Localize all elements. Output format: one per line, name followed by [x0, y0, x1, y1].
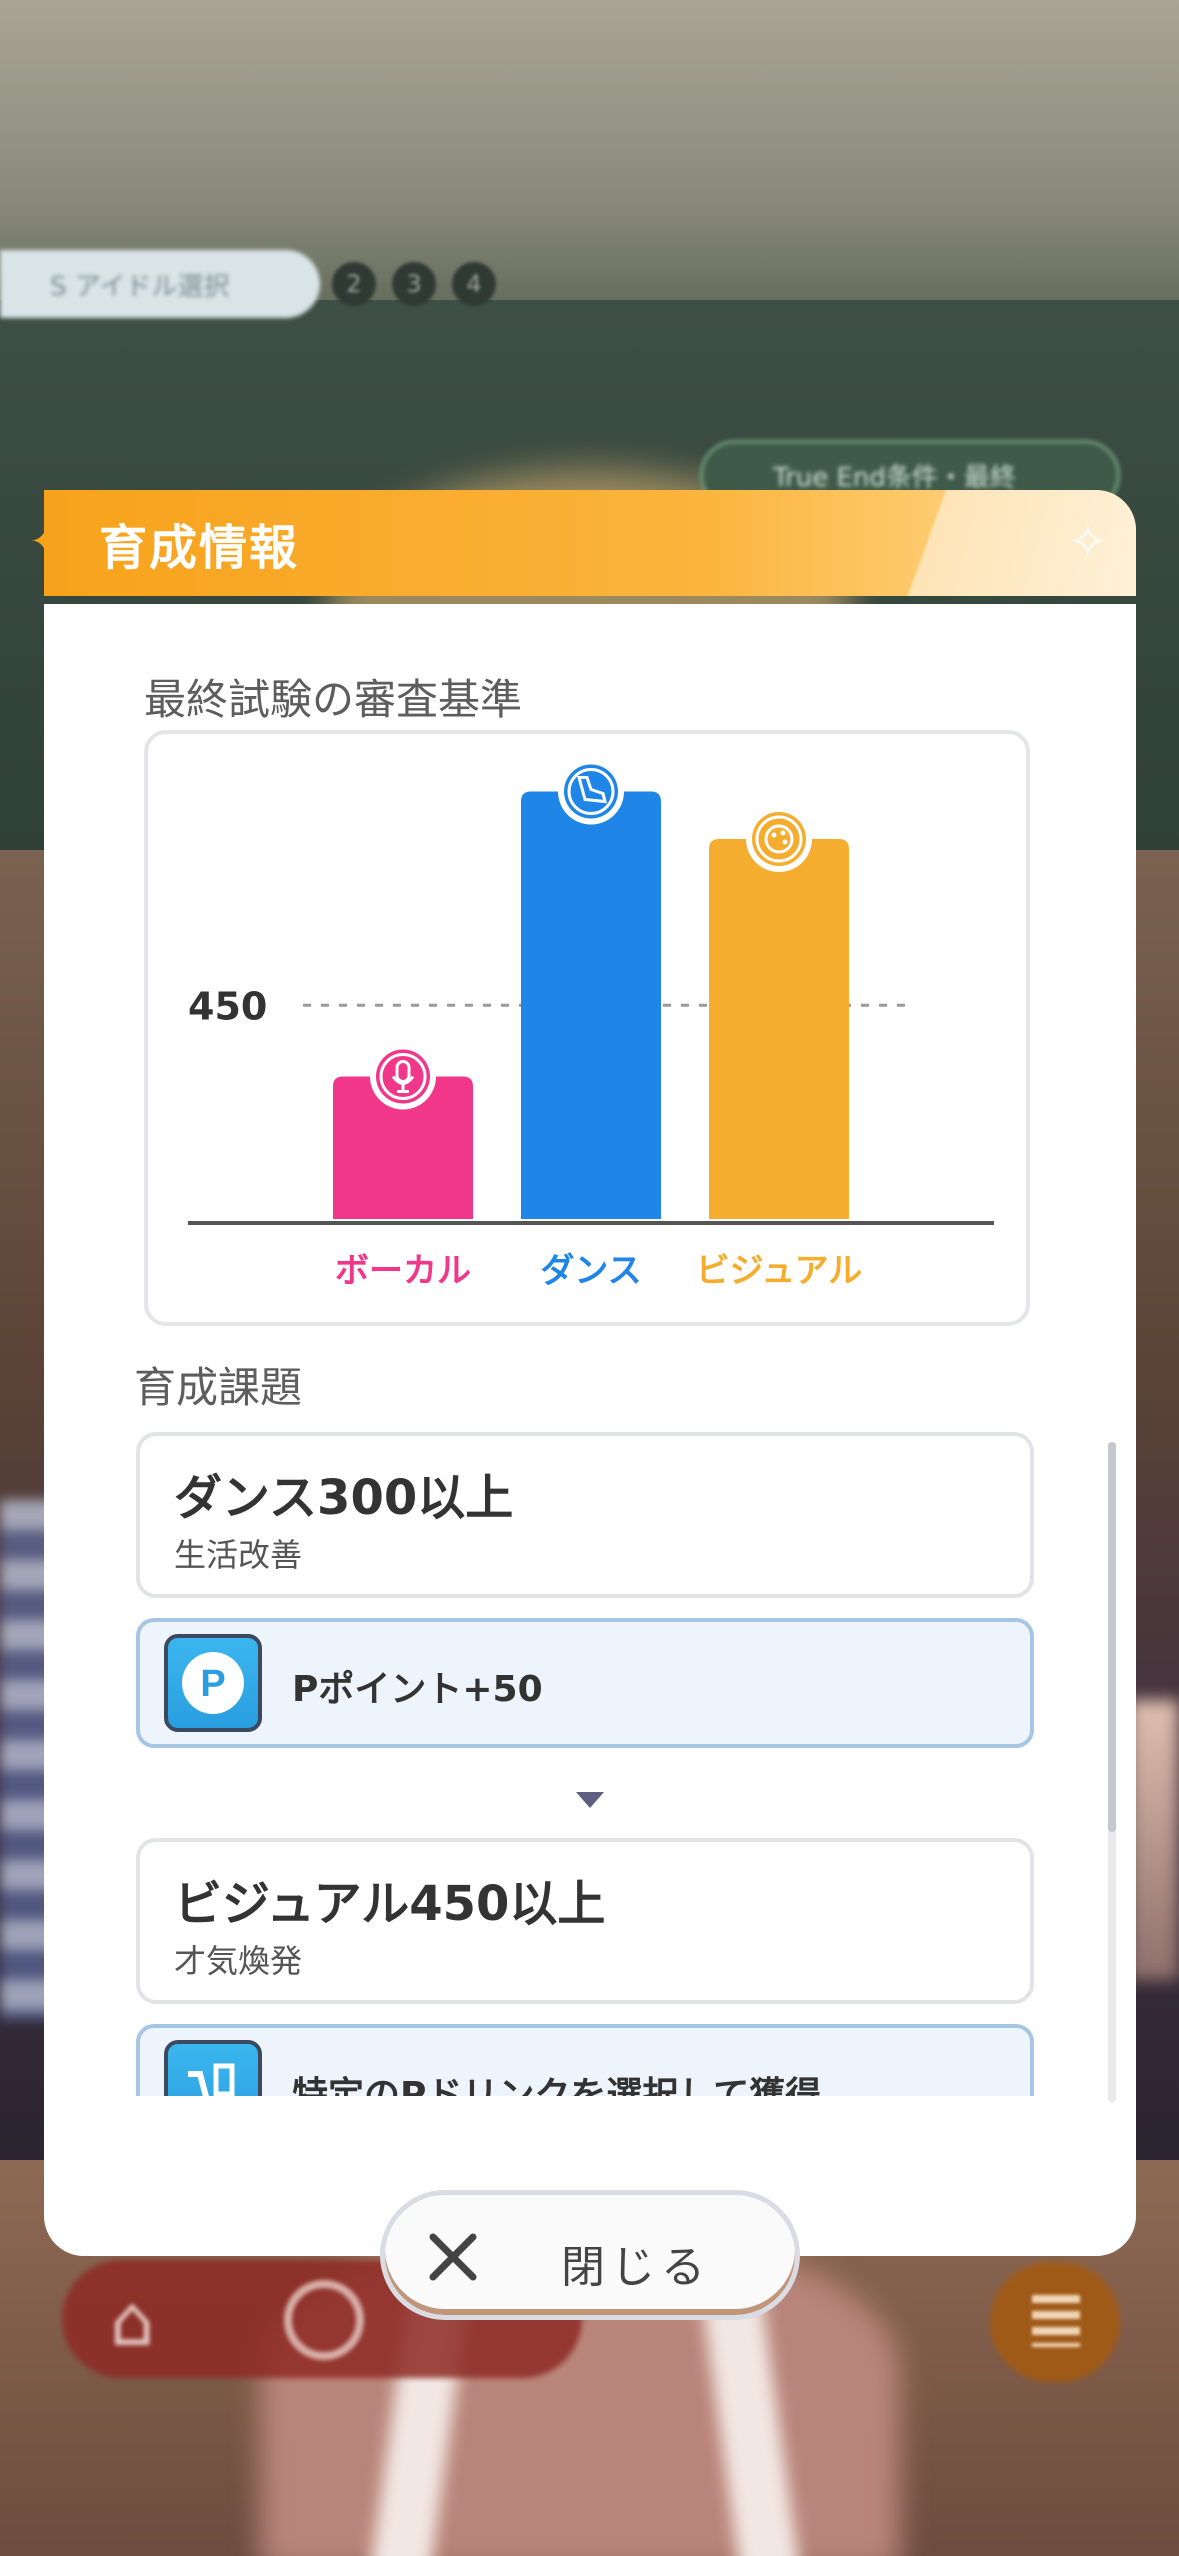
bar-2 — [709, 839, 849, 1219]
modal-header: ✦ 育成情報 ✧ — [29, 490, 1136, 596]
arrow-down-icon — [576, 1792, 604, 1808]
sparkle-deco-icon: ✧ — [1067, 514, 1108, 570]
close-button[interactable]: 閉じる — [380, 2190, 800, 2320]
progress-pill: S アイドル選択 — [0, 250, 320, 318]
scrollbar-thumb[interactable] — [1108, 1442, 1116, 1832]
tasks-title: 育成課題 — [134, 1363, 303, 1412]
menu-icon — [1032, 2295, 1080, 2347]
home-icon: ⌂ — [110, 2280, 155, 2362]
category-label: ビジュアル — [696, 1251, 863, 1291]
modal-body: 最終試験の審査基準 450 ボーカル ダンス ビジュアル 育成課題 ダンス300以上 … — [44, 604, 1136, 2256]
reward-label: 特定のPドリンクを選択して獲得 — [292, 2075, 822, 2096]
drink-cart-icon — [164, 2040, 262, 2096]
close-icon — [429, 2233, 477, 2281]
step-4: 4 — [452, 262, 496, 306]
p-point-icon: P — [164, 1634, 262, 1732]
task-name: ビジュアル450以上 — [174, 1876, 606, 1932]
calendar-icon — [284, 2280, 364, 2360]
microphone-icon — [370, 1043, 436, 1110]
reference-label: 450 — [188, 984, 267, 1028]
step-3: 3 — [392, 262, 436, 306]
modal-title: 育成情報 — [99, 520, 300, 576]
reward-label: Pポイント+50 — [292, 1669, 543, 1710]
criteria-chart-card: 450 ボーカル ダンス ビジュアル — [144, 730, 1030, 1326]
bar-1 — [521, 791, 661, 1219]
task-card[interactable]: ダンス300以上 生活改善 — [136, 1432, 1034, 1598]
step-2: 2 — [332, 262, 376, 306]
reward-card[interactable]: 特定のPドリンクを選択して獲得 — [136, 2024, 1034, 2096]
training-info-modal: ✦ 育成情報 ✧ 最終試験の審査基準 450 ボーカル ダンス ビジュアル 育成課題 … — [29, 490, 1136, 2256]
close-label: 閉じる — [561, 2242, 711, 2293]
task-name: ダンス300以上 — [174, 1470, 514, 1526]
palette-icon — [746, 806, 812, 872]
reward-card[interactable]: P Pポイント+50 — [136, 1618, 1034, 1748]
category-label: ボーカル — [335, 1251, 471, 1291]
sparkle-icon: ✦ — [29, 519, 63, 565]
task-sub: 生活改善 — [174, 1536, 303, 1574]
category-label: ダンス — [540, 1251, 641, 1291]
task-list[interactable]: ダンス300以上 生活改善 P Pポイント+50 ビジュアル450以上 才気煥発 — [136, 1432, 1038, 2096]
scrollbar[interactable] — [1108, 1442, 1116, 2102]
criteria-chart: 450 ボーカル ダンス ビジュアル — [188, 758, 994, 1291]
task-card[interactable]: ビジュアル450以上 才気煥発 — [136, 1838, 1034, 2004]
shoe-icon — [558, 758, 624, 825]
task-sub: 才気煥発 — [174, 1942, 303, 1980]
svg-text:P: P — [200, 1663, 225, 1705]
criteria-title: 最終試験の審査基準 — [144, 675, 523, 724]
progress-label: S アイドル選択 — [50, 271, 230, 302]
